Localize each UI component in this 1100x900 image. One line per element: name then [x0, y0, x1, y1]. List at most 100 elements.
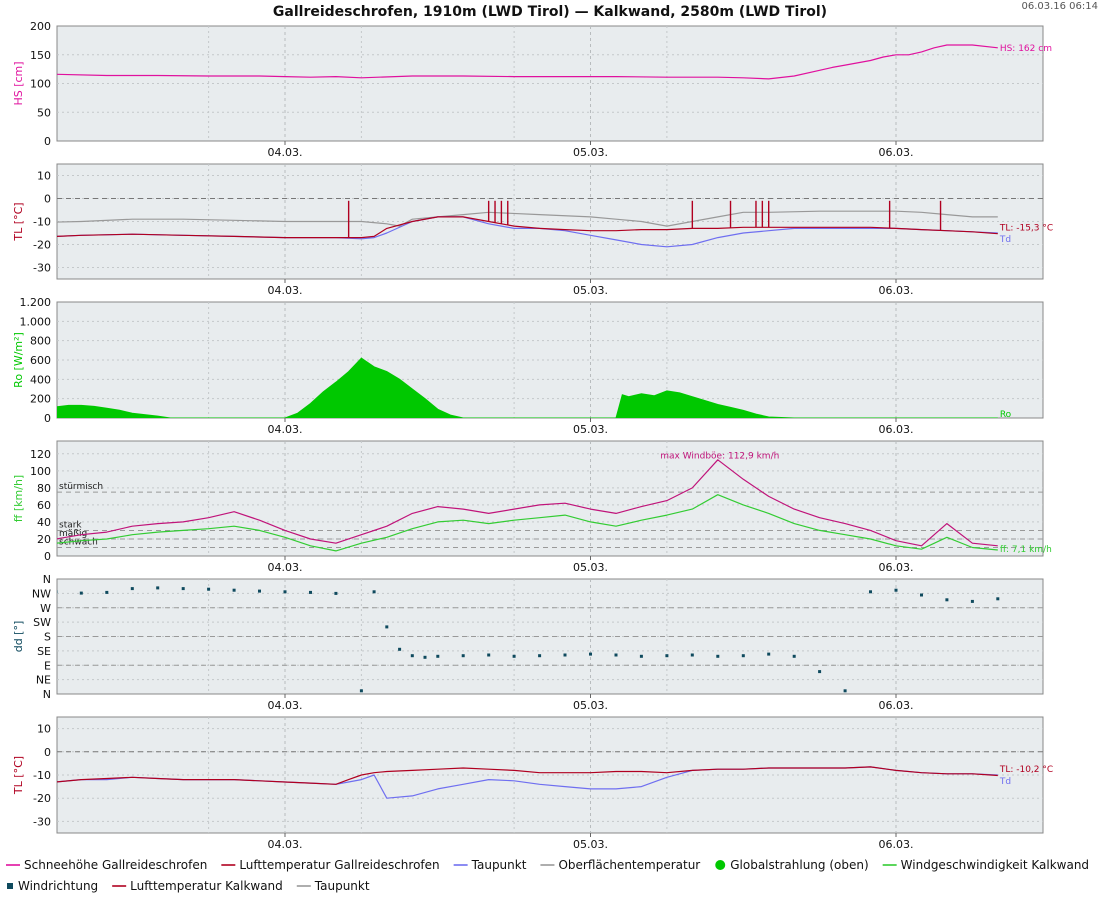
legend-item: Taupunkt	[296, 879, 370, 893]
series-point	[258, 589, 261, 593]
series-point	[894, 588, 898, 592]
series-point	[461, 654, 465, 658]
legend-label: Windgeschwindigkeit Kalkwand	[901, 858, 1089, 872]
x-tick-label: 05.03.	[573, 284, 608, 297]
y-tick-label: S	[44, 631, 51, 644]
legend-label: Schneehöhe Gallreideschrofen	[24, 858, 207, 872]
legend: Schneehöhe Gallreideschrofen Lufttemperat…	[6, 858, 1089, 893]
series-point	[690, 653, 694, 657]
series-point	[869, 590, 872, 594]
series-point	[309, 590, 312, 594]
series-point	[410, 654, 414, 658]
series-point	[232, 588, 236, 592]
legend-label: Globalstrahlung (oben)	[730, 858, 868, 872]
y-tick-label: -30	[33, 262, 51, 275]
legend-label: Oberflächentemperatur	[558, 858, 700, 872]
y-tick-label: 100	[30, 465, 51, 478]
series-point	[792, 654, 796, 658]
y-tick-label: E	[44, 659, 51, 672]
series-point	[589, 652, 592, 656]
x-tick-label: 06.03.	[879, 699, 914, 712]
series-point	[79, 591, 83, 595]
series-point	[487, 653, 491, 657]
y-tick-label: 60	[37, 499, 51, 512]
timestamp: 06.03.16 06:14	[1021, 1, 1098, 12]
series-point	[385, 625, 389, 629]
series-point	[563, 653, 567, 657]
x-tick-label: 04.03.	[268, 699, 303, 712]
legend-item: Lufttemperatur Kalkwand	[112, 879, 283, 893]
y-tick-label: 20	[37, 533, 51, 546]
x-tick-label: 04.03.	[268, 838, 303, 851]
y-tick-label: 0	[44, 193, 51, 206]
legend-label: Lufttemperatur Kalkwand	[130, 879, 283, 893]
panel-1: 04.03. 05.03. 06.03. 0 50 100 150 200 HS [cm] HS:…	[12, 20, 1052, 159]
legend-label: Taupunkt	[471, 858, 527, 872]
x-tick-label: 05.03.	[573, 838, 608, 851]
legend-item: Globalstrahlung (oben)	[715, 858, 869, 872]
series-annotation: ff: 7,1 km/h	[1000, 545, 1052, 555]
y-tick-label: 100	[30, 78, 51, 91]
y-tick-label: SW	[33, 616, 51, 629]
y-tick-label: N	[43, 573, 51, 586]
series-point	[359, 689, 363, 693]
x-tick-label: 04.03.	[268, 284, 303, 297]
series-point	[741, 654, 745, 658]
y-axis-label: TL [°C]	[12, 202, 25, 241]
legend-label: Lufttemperatur Gallreideschrofen	[239, 858, 439, 872]
y-tick-label: 0	[44, 135, 51, 148]
legend-swatch-area	[715, 860, 726, 870]
panel-3: 04.03. 05.03. 06.03. 0 200 400 600 800 1.000 1.20…	[12, 296, 1044, 436]
y-tick-label: NW	[32, 587, 51, 600]
panel-6: 04.03. 05.03. 06.03. -30 -20 -10 0 10 TL [°C] TL:…	[12, 716, 1053, 851]
legend-label: Windrichtung	[18, 879, 98, 893]
y-tick-label: -20	[33, 239, 51, 252]
panel-background	[56, 25, 1044, 142]
x-tick-label: 05.03.	[573, 699, 608, 712]
x-tick-label: 04.03.	[268, 146, 303, 159]
series-point	[436, 654, 440, 658]
y-tick-label: 80	[37, 482, 51, 495]
y-tick-label: 200	[30, 20, 51, 33]
series-point	[665, 654, 669, 658]
series-annotation: max Windböe: 112,9 km/h	[660, 451, 779, 461]
x-tick-label: 05.03.	[573, 146, 608, 159]
chart-title: Gallreideschrofen, 1910m (LWD Tirol) — K…	[273, 4, 827, 20]
y-tick-label: NE	[36, 674, 51, 687]
legend-item: Windgeschwindigkeit Kalkwand	[882, 858, 1089, 872]
y-tick-label: 600	[30, 354, 51, 367]
panel-background	[56, 163, 1044, 280]
panel-4: 04.03. 05.03. 06.03. 0 20 40 60 80 100 120 stürmis…	[12, 440, 1052, 574]
y-tick-label: 1.000	[20, 315, 52, 328]
series-point	[843, 689, 847, 693]
y-tick-label: 800	[30, 335, 51, 348]
series-point	[130, 587, 134, 591]
legend-item: Taupunkt	[453, 858, 527, 872]
series-annotation: Ro	[1000, 410, 1012, 420]
wind-threshold-label: stürmisch	[59, 482, 103, 492]
legend-label: Taupunkt	[314, 879, 370, 893]
legend-item: Schneehöhe Gallreideschrofen	[6, 858, 207, 872]
panel-5: 04.03. 05.03. 06.03.NNEESESSWWNWNdd [°]	[12, 573, 1044, 712]
y-tick-label: 50	[37, 106, 51, 119]
series-point	[207, 587, 211, 591]
series-point	[945, 598, 949, 602]
x-tick-label: 04.03.	[268, 423, 303, 436]
y-tick-label: N	[43, 688, 51, 701]
series-annotation: Td	[999, 777, 1011, 787]
y-tick-label: 400	[30, 373, 51, 386]
legend-swatch-square	[7, 883, 13, 889]
series-point	[767, 652, 771, 656]
y-tick-label: -10	[33, 769, 51, 782]
y-tick-label: -30	[33, 815, 51, 828]
y-tick-label: SE	[37, 645, 51, 658]
series-annotation: TL: -15,3 °C	[999, 223, 1053, 233]
series-point	[423, 655, 427, 659]
y-tick-label: 0	[44, 412, 51, 425]
y-tick-label: 120	[30, 448, 51, 461]
series-annotation: HS: 162 cm	[1000, 44, 1052, 54]
series-point	[538, 654, 542, 658]
series-point	[639, 654, 643, 658]
y-tick-label: 10	[37, 723, 51, 736]
x-tick-label: 06.03.	[879, 284, 914, 297]
